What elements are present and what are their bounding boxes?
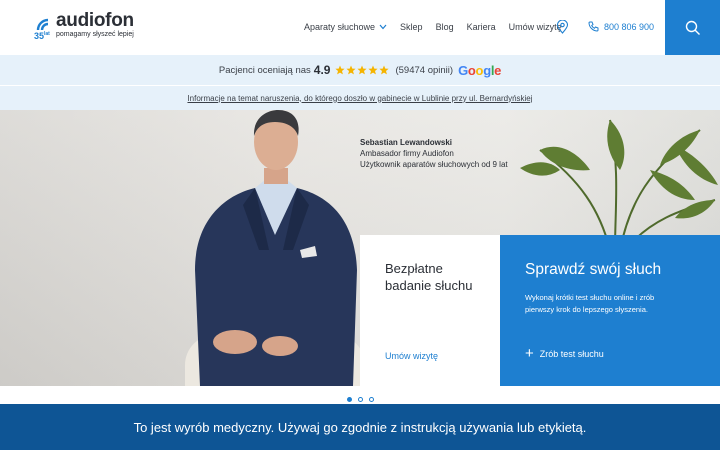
phone-link[interactable]: 800 806 900 — [588, 21, 654, 32]
nav-item-blog[interactable]: Blog — [436, 22, 454, 32]
star-icon — [346, 65, 357, 75]
ambassador-caption: Sebastian Lewandowski Ambasador firmy Au… — [360, 137, 508, 170]
free-hearing-test-card: Bezpłatne badanie słuchu Umów wizytę — [360, 235, 500, 386]
plus-icon: + — [525, 345, 534, 362]
card-text: Wykonaj krótki test słuchu online i zrób… — [525, 293, 655, 314]
card-title: Sprawdź swój słuch — [525, 261, 662, 278]
search-icon — [685, 20, 700, 35]
search-button[interactable] — [665, 0, 720, 55]
medical-device-notice: To jest wyrób medyczny. Używaj go zgodni… — [0, 404, 720, 450]
hero-slider: Sebastian Lewandowski Ambasador firmy Au… — [0, 110, 720, 386]
book-visit-link[interactable]: Umów wizytę — [385, 351, 438, 361]
breach-info-link[interactable]: Informacje na temat naruszenia, do które… — [187, 94, 532, 103]
site-header: audiofon 35lat pomagamy słyszeć lepiej A… — [0, 0, 720, 55]
slide-dot[interactable] — [357, 397, 363, 402]
take-test-button[interactable]: + Zrób test słuchu — [525, 345, 604, 362]
rating-strip: Pacjenci oceniają nas 4.9 (59474 opinii)… — [0, 55, 720, 85]
ambassador-role: Ambasador firmy Audiofon — [360, 149, 454, 158]
star-icon — [357, 65, 368, 75]
rating-prefix: Pacjenci oceniają nas — [218, 64, 311, 76]
nav-item-book-visit[interactable]: Umów wizytę — [509, 22, 562, 32]
slide-dot[interactable] — [346, 397, 352, 402]
chevron-down-icon — [379, 24, 387, 30]
main-nav: Aparaty słuchowe Sklep Blog Kariera Umów… — [304, 22, 575, 32]
ambassador-name: Sebastian Lewandowski — [360, 138, 453, 147]
star-icon — [368, 65, 379, 75]
star-icon — [335, 65, 346, 75]
online-test-card: Sprawdź swój słuch Wykonaj krótki test s… — [500, 235, 720, 386]
logo-tagline: pomagamy słyszeć lepiej — [56, 31, 134, 38]
google-logo[interactable]: Google — [458, 63, 501, 78]
logo-wordmark: audiofon — [56, 10, 134, 31]
ambassador-note: Użytkownik aparatów słuchowych od 9 lat — [360, 160, 508, 169]
plant-image — [520, 119, 718, 250]
nav-item-label: Aparaty słuchowe — [304, 22, 376, 32]
audiofon-logo[interactable]: audiofon 35lat pomagamy słyszeć lepiej — [34, 10, 144, 42]
star-icon — [379, 65, 390, 75]
rating-stars — [335, 65, 390, 75]
card-title: Bezpłatne badanie słuchu — [385, 261, 473, 293]
slider-dots — [0, 397, 720, 402]
nav-item-hearing-aids[interactable]: Aparaty słuchowe — [304, 22, 387, 32]
logo-anniversary-badge: 35lat — [34, 31, 50, 41]
cta-label: Zrób test słuchu — [539, 349, 604, 359]
slide-dot[interactable] — [368, 397, 374, 402]
phone-number: 800 806 900 — [604, 21, 655, 32]
nav-item-shop[interactable]: Sklep — [400, 22, 423, 32]
notice-text: To jest wyrób medyczny. Używaj go zgodni… — [133, 419, 587, 435]
map-pin-icon[interactable] — [556, 20, 569, 34]
rating-score: 4.9 — [313, 63, 331, 77]
rating-count: (59474 opinii) — [395, 64, 454, 76]
phone-icon — [588, 21, 599, 32]
info-strip: Informacje na temat naruszenia, do które… — [0, 86, 720, 110]
ambassador-photo — [195, 110, 357, 386]
nav-item-career[interactable]: Kariera — [467, 22, 496, 32]
